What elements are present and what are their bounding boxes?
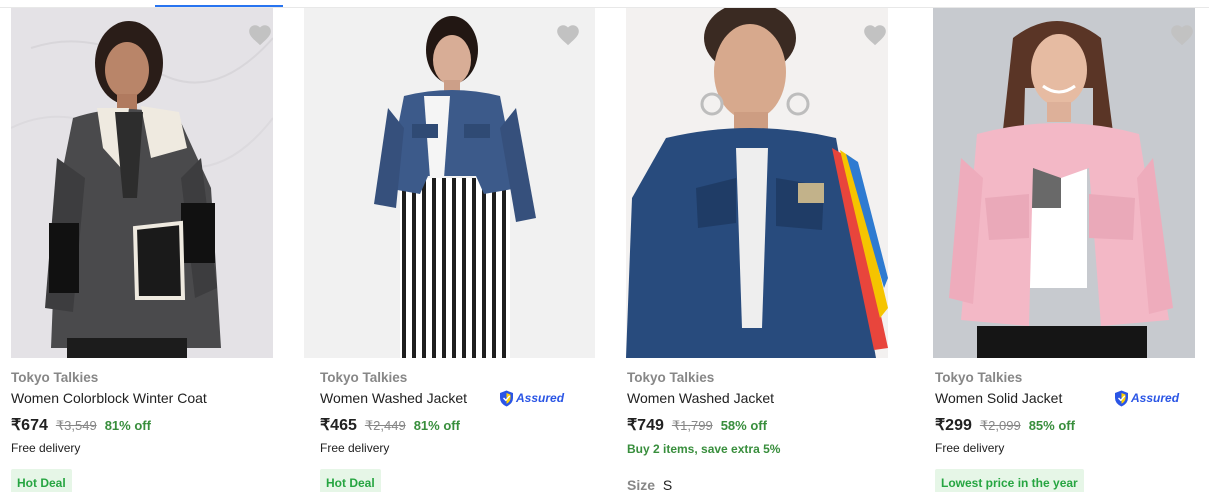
product-card[interactable]: Tokyo Talkies Women Solid Jacket Assured… — [933, 8, 1195, 492]
product-grid-page: Tokyo Talkies Women Colorblock Winter Co… — [0, 0, 1209, 492]
product-card[interactable]: Tokyo Talkies Women Washed Jacket ₹749 ₹… — [626, 8, 888, 492]
product-mrp: ₹2,449 — [364, 418, 406, 433]
product-discount: 81% off — [413, 418, 460, 433]
product-title[interactable]: Women Colorblock Winter Coat — [11, 390, 207, 406]
product-photo — [304, 8, 595, 358]
assured-label: Assured — [516, 391, 565, 405]
product-brand: Tokyo Talkies — [320, 370, 408, 385]
product-mrp: ₹1,799 — [671, 418, 713, 433]
product-title[interactable]: Women Washed Jacket — [627, 390, 774, 406]
product-mrp: ₹2,099 — [979, 418, 1021, 433]
size-value: S — [662, 477, 673, 492]
bundle-offer: Buy 2 items, save extra 5% — [627, 442, 781, 456]
price-row: ₹674 ₹3,549 81% off — [11, 415, 151, 435]
product-photo — [11, 8, 273, 358]
product-brand: Tokyo Talkies — [627, 370, 715, 385]
assured-badge: Assured — [499, 389, 564, 407]
product-image[interactable] — [626, 8, 888, 358]
price-row: ₹299 ₹2,099 85% off — [935, 415, 1075, 435]
assured-label: Assured — [1131, 391, 1180, 405]
product-title[interactable]: Women Solid Jacket — [935, 390, 1062, 406]
product-title[interactable]: Women Washed Jacket — [320, 390, 467, 406]
product-price: ₹749 — [627, 417, 664, 434]
product-photo — [933, 8, 1195, 358]
assured-shield-icon — [1115, 390, 1128, 406]
delivery-info: Free delivery — [320, 441, 390, 455]
product-brand: Tokyo Talkies — [935, 370, 1023, 385]
wishlist-heart-icon[interactable] — [862, 22, 888, 48]
deal-badge: Lowest price in the year — [935, 469, 1084, 492]
deal-badge: Hot Deal — [320, 469, 381, 492]
assured-badge: Assured — [1114, 389, 1179, 407]
price-row: ₹465 ₹2,449 81% off — [320, 415, 460, 435]
product-discount: 85% off — [1028, 418, 1075, 433]
product-price: ₹465 — [320, 417, 357, 434]
product-image[interactable] — [933, 8, 1195, 358]
wishlist-heart-icon[interactable] — [247, 22, 273, 48]
product-price: ₹674 — [11, 417, 48, 434]
product-mrp: ₹3,549 — [55, 418, 97, 433]
deal-badge: Hot Deal — [11, 469, 72, 492]
product-image[interactable] — [11, 8, 273, 358]
product-discount: 58% off — [720, 418, 767, 433]
delivery-info: Free delivery — [935, 441, 1005, 455]
product-brand: Tokyo Talkies — [11, 370, 99, 385]
product-card[interactable]: Tokyo Talkies Women Colorblock Winter Co… — [11, 8, 273, 492]
price-row: ₹749 ₹1,799 58% off — [627, 415, 767, 435]
product-discount: 81% off — [104, 418, 151, 433]
active-tab-indicator — [155, 5, 283, 7]
wishlist-heart-icon[interactable] — [1169, 22, 1195, 48]
size-label: Size — [627, 477, 656, 492]
assured-shield-icon — [500, 390, 513, 406]
wishlist-heart-icon[interactable] — [555, 22, 581, 48]
product-photo — [626, 8, 888, 358]
product-price: ₹299 — [935, 417, 972, 434]
size-row: Size S — [627, 477, 672, 492]
product-image[interactable] — [304, 8, 595, 358]
delivery-info: Free delivery — [11, 441, 81, 455]
product-card[interactable]: Tokyo Talkies Women Washed Jacket Assure… — [304, 8, 595, 492]
